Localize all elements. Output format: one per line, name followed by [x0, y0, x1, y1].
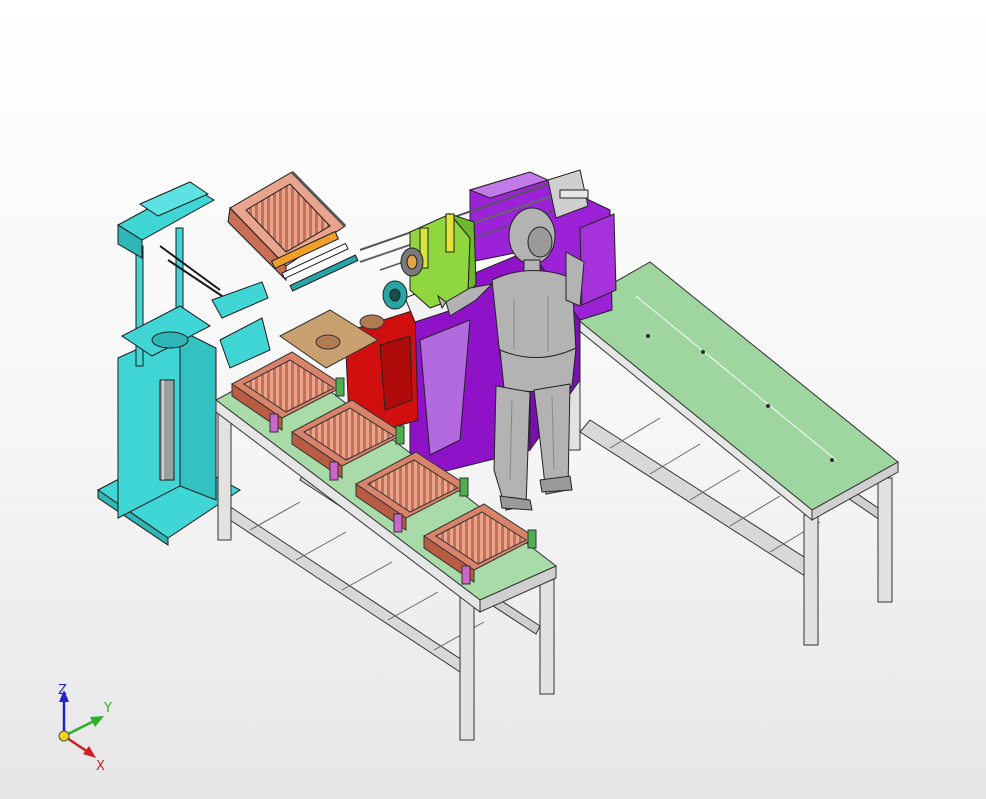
left-bench-leg-2	[459, 589, 475, 741]
right-bench-leg-2	[877, 477, 893, 603]
press-transfer-arm	[211, 281, 269, 319]
right-workbench	[565, 261, 899, 646]
right-bench-top-surface	[565, 261, 899, 511]
assembly-model[interactable]	[0, 0, 986, 799]
press-column-side	[179, 329, 217, 501]
press-cylinder	[159, 379, 175, 481]
axis-x-arrow-icon	[83, 746, 96, 758]
mannequin-torso	[491, 270, 577, 363]
left-bench-leg-3	[539, 567, 555, 695]
axis-z-label: Z	[58, 683, 67, 698]
axis-origin-icon	[58, 730, 70, 742]
machine-right-bin	[579, 213, 617, 306]
cad-3d-viewport[interactable]: Z Y X	[0, 0, 986, 799]
feed-magazine	[227, 170, 359, 292]
machine-red-panel-2	[379, 335, 413, 411]
axis-y-label: Y	[104, 701, 112, 716]
right-bench-leg-1	[803, 514, 819, 646]
axis-triad: Z Y X	[40, 676, 130, 776]
axis-triad-graphic	[58, 690, 104, 758]
left-bench-leg-1	[217, 409, 232, 541]
press-gripper	[219, 317, 271, 369]
axis-x-label: X	[96, 759, 105, 774]
